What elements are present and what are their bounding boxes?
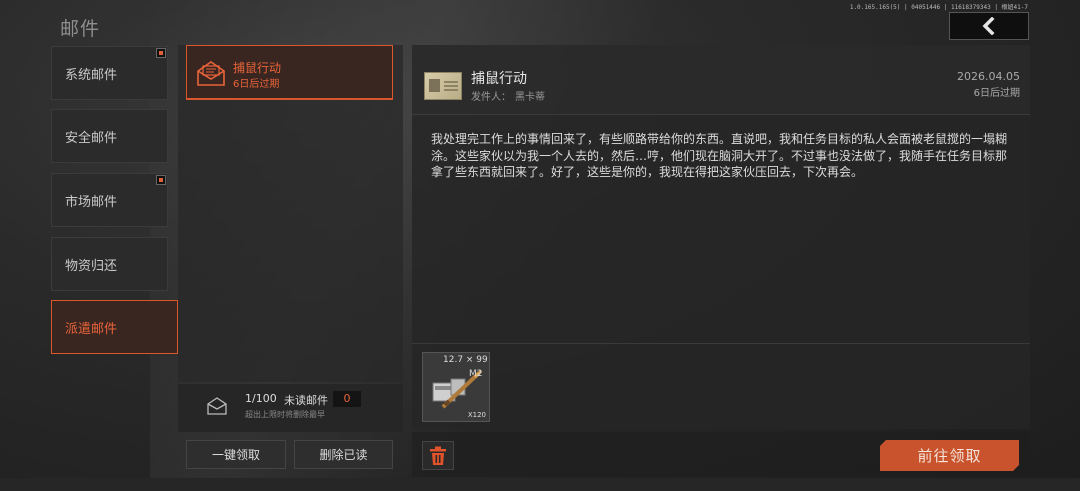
back-button[interactable] (949, 12, 1029, 40)
category-label: 系统邮件 (65, 67, 118, 83)
trash-icon (430, 446, 446, 465)
mail-title: 捕鼠行动 (471, 71, 527, 87)
selected-underline (186, 98, 393, 100)
category-label: 市场邮件 (65, 194, 118, 210)
new-mail-dot-icon (156, 175, 166, 185)
category-supply-return[interactable]: 物资归还 (51, 237, 168, 291)
category-label: 安全邮件 (65, 130, 118, 146)
chevron-left-icon (982, 17, 995, 35)
mailbox-limit-note: 超出上限时将删除最早 (245, 410, 325, 419)
sender-name: 黑卡蒂 (515, 92, 545, 103)
attachment-divider (412, 343, 1030, 344)
category-dispatch-mail[interactable]: 派遣邮件 (51, 300, 178, 354)
page-title: 邮件 (60, 18, 101, 40)
attachment-item[interactable]: 12.7 × 99 M2 X120 (422, 352, 490, 422)
unread-label: 未读邮件 (284, 394, 328, 407)
mail-body: 我处理完工作上的事情回来了，有些顺路带给你的东西。直说吧，我和任务目标的私人会面… (431, 132, 1008, 179)
version-info: 1.0.165.165(5) | 04051446 | 11618379343 … (849, 4, 1028, 11)
delete-mail-button[interactable] (422, 441, 454, 470)
category-label: 物资归还 (65, 258, 118, 274)
go-claim-button[interactable]: 前往领取 (880, 440, 1019, 471)
new-mail-dot-icon (156, 48, 166, 58)
attachment-quantity: X120 (467, 411, 486, 419)
mail-list-item[interactable]: 捕鼠行动 6日后过期 (186, 45, 393, 99)
mailbox-envelope-icon (207, 397, 227, 415)
category-label: 派遣邮件 (65, 321, 118, 337)
mail-date: 2026.04.05 (957, 70, 1020, 83)
mail-item-expire: 6日后过期 (233, 79, 280, 90)
delete-read-button[interactable]: 删除已读 (294, 440, 393, 469)
attachment-model: M2 (469, 369, 483, 379)
sender-label: 发件人： (471, 92, 511, 103)
claim-all-button[interactable]: 一键领取 (186, 440, 286, 469)
category-security-mail[interactable]: 安全邮件 (51, 109, 168, 163)
open-envelope-icon (197, 61, 225, 86)
attachment-caliber: 12.7 × 99 (443, 355, 488, 365)
category-market-mail[interactable]: 市场邮件 (51, 173, 168, 227)
mail-item-title: 捕鼠行动 (233, 61, 282, 75)
letter-icon (424, 72, 462, 100)
category-system-mail[interactable]: 系统邮件 (51, 46, 168, 100)
mail-expire: 6日后过期 (973, 88, 1020, 99)
unread-count-badge: 0 (333, 391, 361, 407)
bottom-strip (0, 478, 1080, 491)
mailbox-count: 1/100 (245, 392, 277, 405)
